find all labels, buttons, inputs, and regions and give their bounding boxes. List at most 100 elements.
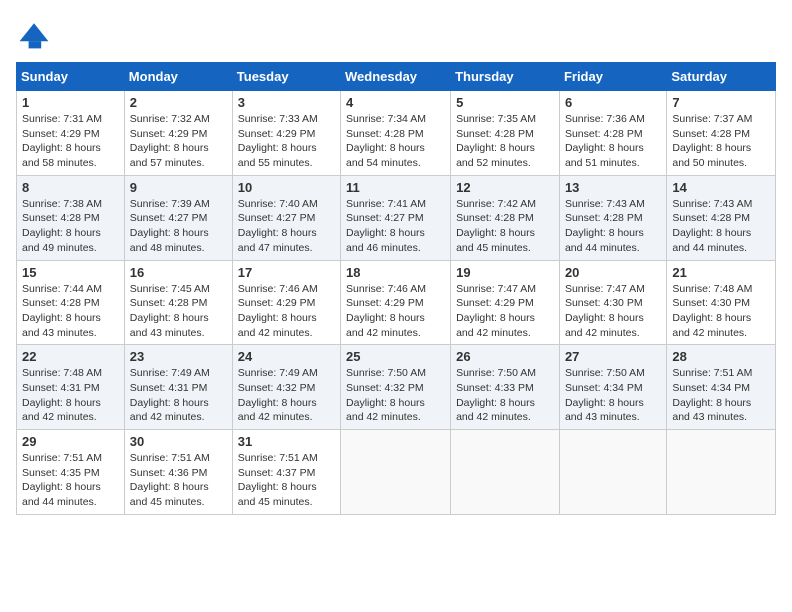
day-info: Sunrise: 7:48 AM Sunset: 4:30 PM Dayligh… <box>672 282 770 341</box>
calendar-cell: 12 Sunrise: 7:42 AM Sunset: 4:28 PM Dayl… <box>451 175 560 260</box>
calendar-cell: 23 Sunrise: 7:49 AM Sunset: 4:31 PM Dayl… <box>124 345 232 430</box>
day-header-monday: Monday <box>124 63 232 91</box>
day-info: Sunrise: 7:36 AM Sunset: 4:28 PM Dayligh… <box>565 112 661 171</box>
day-info: Sunrise: 7:51 AM Sunset: 4:35 PM Dayligh… <box>22 451 119 510</box>
calendar-cell <box>559 430 666 515</box>
calendar-cell: 3 Sunrise: 7:33 AM Sunset: 4:29 PM Dayli… <box>232 91 340 176</box>
calendar-cell: 9 Sunrise: 7:39 AM Sunset: 4:27 PM Dayli… <box>124 175 232 260</box>
calendar-cell <box>341 430 451 515</box>
logo <box>16 16 58 52</box>
calendar-cell: 27 Sunrise: 7:50 AM Sunset: 4:34 PM Dayl… <box>559 345 666 430</box>
day-info: Sunrise: 7:51 AM Sunset: 4:34 PM Dayligh… <box>672 366 770 425</box>
day-number: 21 <box>672 265 770 280</box>
day-number: 27 <box>565 349 661 364</box>
logo-icon <box>16 16 52 52</box>
day-info: Sunrise: 7:42 AM Sunset: 4:28 PM Dayligh… <box>456 197 554 256</box>
day-header-sunday: Sunday <box>17 63 125 91</box>
calendar-header-row: SundayMondayTuesdayWednesdayThursdayFrid… <box>17 63 776 91</box>
calendar-cell: 7 Sunrise: 7:37 AM Sunset: 4:28 PM Dayli… <box>667 91 776 176</box>
day-number: 6 <box>565 95 661 110</box>
day-info: Sunrise: 7:44 AM Sunset: 4:28 PM Dayligh… <box>22 282 119 341</box>
day-info: Sunrise: 7:50 AM Sunset: 4:34 PM Dayligh… <box>565 366 661 425</box>
calendar-table: SundayMondayTuesdayWednesdayThursdayFrid… <box>16 62 776 515</box>
calendar-cell: 30 Sunrise: 7:51 AM Sunset: 4:36 PM Dayl… <box>124 430 232 515</box>
calendar-cell: 28 Sunrise: 7:51 AM Sunset: 4:34 PM Dayl… <box>667 345 776 430</box>
day-info: Sunrise: 7:32 AM Sunset: 4:29 PM Dayligh… <box>130 112 227 171</box>
day-number: 4 <box>346 95 445 110</box>
calendar-week-3: 15 Sunrise: 7:44 AM Sunset: 4:28 PM Dayl… <box>17 260 776 345</box>
day-info: Sunrise: 7:43 AM Sunset: 4:28 PM Dayligh… <box>672 197 770 256</box>
calendar-cell: 2 Sunrise: 7:32 AM Sunset: 4:29 PM Dayli… <box>124 91 232 176</box>
day-info: Sunrise: 7:50 AM Sunset: 4:32 PM Dayligh… <box>346 366 445 425</box>
day-info: Sunrise: 7:45 AM Sunset: 4:28 PM Dayligh… <box>130 282 227 341</box>
calendar-cell: 13 Sunrise: 7:43 AM Sunset: 4:28 PM Dayl… <box>559 175 666 260</box>
calendar-cell: 22 Sunrise: 7:48 AM Sunset: 4:31 PM Dayl… <box>17 345 125 430</box>
day-number: 30 <box>130 434 227 449</box>
day-number: 5 <box>456 95 554 110</box>
calendar-cell: 24 Sunrise: 7:49 AM Sunset: 4:32 PM Dayl… <box>232 345 340 430</box>
day-info: Sunrise: 7:41 AM Sunset: 4:27 PM Dayligh… <box>346 197 445 256</box>
day-number: 3 <box>238 95 335 110</box>
calendar-cell: 21 Sunrise: 7:48 AM Sunset: 4:30 PM Dayl… <box>667 260 776 345</box>
calendar-cell: 16 Sunrise: 7:45 AM Sunset: 4:28 PM Dayl… <box>124 260 232 345</box>
day-info: Sunrise: 7:47 AM Sunset: 4:29 PM Dayligh… <box>456 282 554 341</box>
calendar-cell <box>451 430 560 515</box>
day-header-saturday: Saturday <box>667 63 776 91</box>
calendar-cell: 15 Sunrise: 7:44 AM Sunset: 4:28 PM Dayl… <box>17 260 125 345</box>
day-number: 12 <box>456 180 554 195</box>
day-number: 2 <box>130 95 227 110</box>
calendar-cell: 25 Sunrise: 7:50 AM Sunset: 4:32 PM Dayl… <box>341 345 451 430</box>
day-header-wednesday: Wednesday <box>341 63 451 91</box>
calendar-cell: 29 Sunrise: 7:51 AM Sunset: 4:35 PM Dayl… <box>17 430 125 515</box>
calendar-cell: 1 Sunrise: 7:31 AM Sunset: 4:29 PM Dayli… <box>17 91 125 176</box>
day-number: 22 <box>22 349 119 364</box>
calendar-cell: 10 Sunrise: 7:40 AM Sunset: 4:27 PM Dayl… <box>232 175 340 260</box>
calendar-cell: 8 Sunrise: 7:38 AM Sunset: 4:28 PM Dayli… <box>17 175 125 260</box>
day-number: 29 <box>22 434 119 449</box>
header <box>16 16 776 52</box>
calendar-week-4: 22 Sunrise: 7:48 AM Sunset: 4:31 PM Dayl… <box>17 345 776 430</box>
day-number: 15 <box>22 265 119 280</box>
day-number: 23 <box>130 349 227 364</box>
day-number: 14 <box>672 180 770 195</box>
calendar-cell: 4 Sunrise: 7:34 AM Sunset: 4:28 PM Dayli… <box>341 91 451 176</box>
day-number: 10 <box>238 180 335 195</box>
day-number: 18 <box>346 265 445 280</box>
day-info: Sunrise: 7:37 AM Sunset: 4:28 PM Dayligh… <box>672 112 770 171</box>
day-info: Sunrise: 7:51 AM Sunset: 4:37 PM Dayligh… <box>238 451 335 510</box>
day-info: Sunrise: 7:31 AM Sunset: 4:29 PM Dayligh… <box>22 112 119 171</box>
day-number: 16 <box>130 265 227 280</box>
calendar-week-1: 1 Sunrise: 7:31 AM Sunset: 4:29 PM Dayli… <box>17 91 776 176</box>
day-header-friday: Friday <box>559 63 666 91</box>
calendar-cell: 20 Sunrise: 7:47 AM Sunset: 4:30 PM Dayl… <box>559 260 666 345</box>
day-info: Sunrise: 7:40 AM Sunset: 4:27 PM Dayligh… <box>238 197 335 256</box>
calendar-cell: 26 Sunrise: 7:50 AM Sunset: 4:33 PM Dayl… <box>451 345 560 430</box>
day-info: Sunrise: 7:47 AM Sunset: 4:30 PM Dayligh… <box>565 282 661 341</box>
day-number: 25 <box>346 349 445 364</box>
day-info: Sunrise: 7:35 AM Sunset: 4:28 PM Dayligh… <box>456 112 554 171</box>
calendar-cell: 5 Sunrise: 7:35 AM Sunset: 4:28 PM Dayli… <box>451 91 560 176</box>
day-header-thursday: Thursday <box>451 63 560 91</box>
day-number: 8 <box>22 180 119 195</box>
day-info: Sunrise: 7:46 AM Sunset: 4:29 PM Dayligh… <box>346 282 445 341</box>
calendar-cell: 18 Sunrise: 7:46 AM Sunset: 4:29 PM Dayl… <box>341 260 451 345</box>
day-number: 19 <box>456 265 554 280</box>
calendar-cell <box>667 430 776 515</box>
day-number: 20 <box>565 265 661 280</box>
calendar-cell: 17 Sunrise: 7:46 AM Sunset: 4:29 PM Dayl… <box>232 260 340 345</box>
calendar-cell: 11 Sunrise: 7:41 AM Sunset: 4:27 PM Dayl… <box>341 175 451 260</box>
day-number: 17 <box>238 265 335 280</box>
calendar-cell: 14 Sunrise: 7:43 AM Sunset: 4:28 PM Dayl… <box>667 175 776 260</box>
calendar-week-2: 8 Sunrise: 7:38 AM Sunset: 4:28 PM Dayli… <box>17 175 776 260</box>
day-number: 7 <box>672 95 770 110</box>
day-info: Sunrise: 7:49 AM Sunset: 4:31 PM Dayligh… <box>130 366 227 425</box>
day-info: Sunrise: 7:34 AM Sunset: 4:28 PM Dayligh… <box>346 112 445 171</box>
day-number: 26 <box>456 349 554 364</box>
day-number: 28 <box>672 349 770 364</box>
day-number: 31 <box>238 434 335 449</box>
calendar-cell: 6 Sunrise: 7:36 AM Sunset: 4:28 PM Dayli… <box>559 91 666 176</box>
day-info: Sunrise: 7:51 AM Sunset: 4:36 PM Dayligh… <box>130 451 227 510</box>
calendar-cell: 19 Sunrise: 7:47 AM Sunset: 4:29 PM Dayl… <box>451 260 560 345</box>
calendar-cell: 31 Sunrise: 7:51 AM Sunset: 4:37 PM Dayl… <box>232 430 340 515</box>
day-number: 1 <box>22 95 119 110</box>
